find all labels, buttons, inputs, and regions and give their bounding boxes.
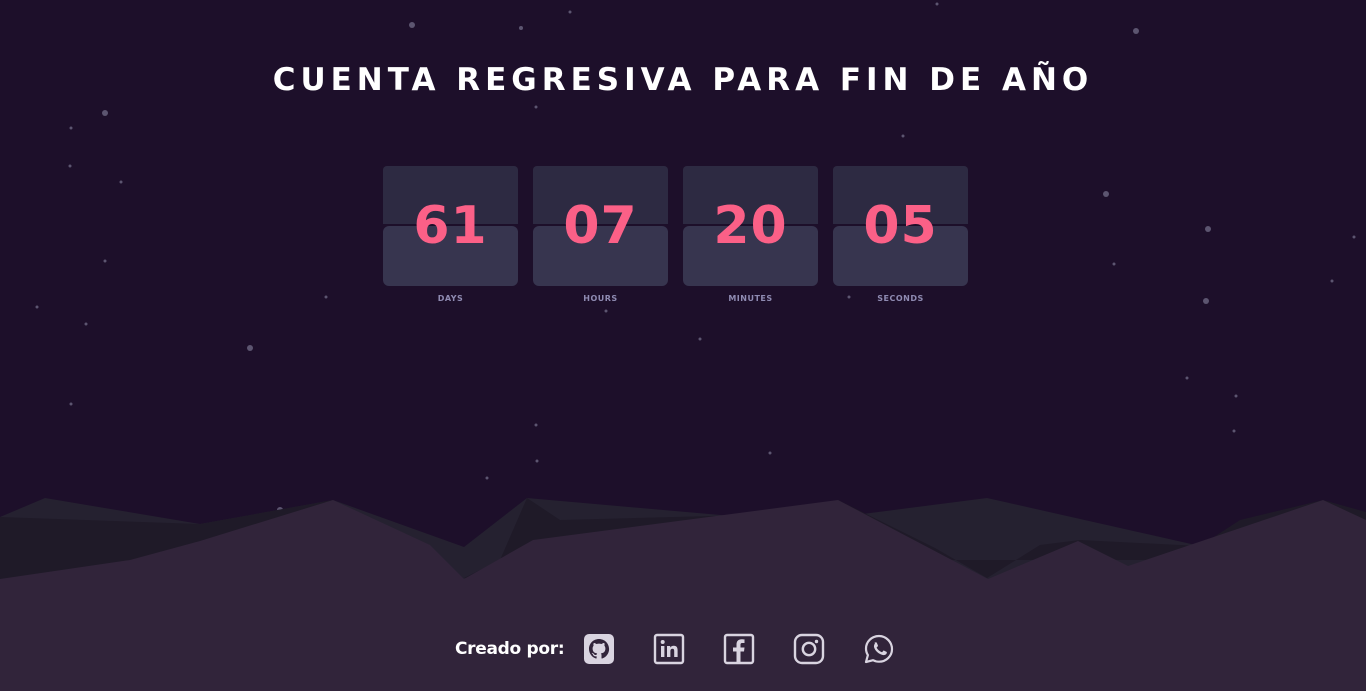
seconds-value: 05 bbox=[863, 196, 938, 256]
created-by-label: Creado por: bbox=[455, 639, 565, 659]
instagram-icon[interactable] bbox=[792, 632, 826, 666]
flip-card: 61 bbox=[383, 166, 518, 286]
linkedin-icon[interactable] bbox=[652, 632, 686, 666]
facebook-icon[interactable] bbox=[722, 632, 756, 666]
countdown-minutes: 20 MINUTES bbox=[683, 166, 818, 303]
countdown-page: CUENTA REGRESIVA PARA FIN DE AÑO 61 DAYS… bbox=[0, 0, 1366, 691]
minutes-value: 20 bbox=[713, 196, 788, 256]
countdown-hours: 07 HOURS bbox=[533, 166, 668, 303]
countdown-timer: 61 DAYS 07 HOURS 20 MINUTES 05 SECONDS bbox=[383, 166, 968, 303]
minutes-label: MINUTES bbox=[728, 294, 773, 303]
github-icon[interactable] bbox=[582, 632, 616, 666]
flip-card: 07 bbox=[533, 166, 668, 286]
seconds-label: SECONDS bbox=[877, 294, 924, 303]
days-value: 61 bbox=[413, 196, 488, 256]
footer: Creado por: bbox=[455, 632, 932, 666]
hours-value: 07 bbox=[563, 196, 638, 256]
hours-label: HOURS bbox=[583, 294, 618, 303]
countdown-seconds: 05 SECONDS bbox=[833, 166, 968, 303]
countdown-days: 61 DAYS bbox=[383, 166, 518, 303]
whatsapp-icon[interactable] bbox=[862, 632, 896, 666]
flip-card: 20 bbox=[683, 166, 818, 286]
days-label: DAYS bbox=[437, 294, 464, 303]
flip-card: 05 bbox=[833, 166, 968, 286]
page-title: CUENTA REGRESIVA PARA FIN DE AÑO bbox=[272, 62, 1094, 98]
